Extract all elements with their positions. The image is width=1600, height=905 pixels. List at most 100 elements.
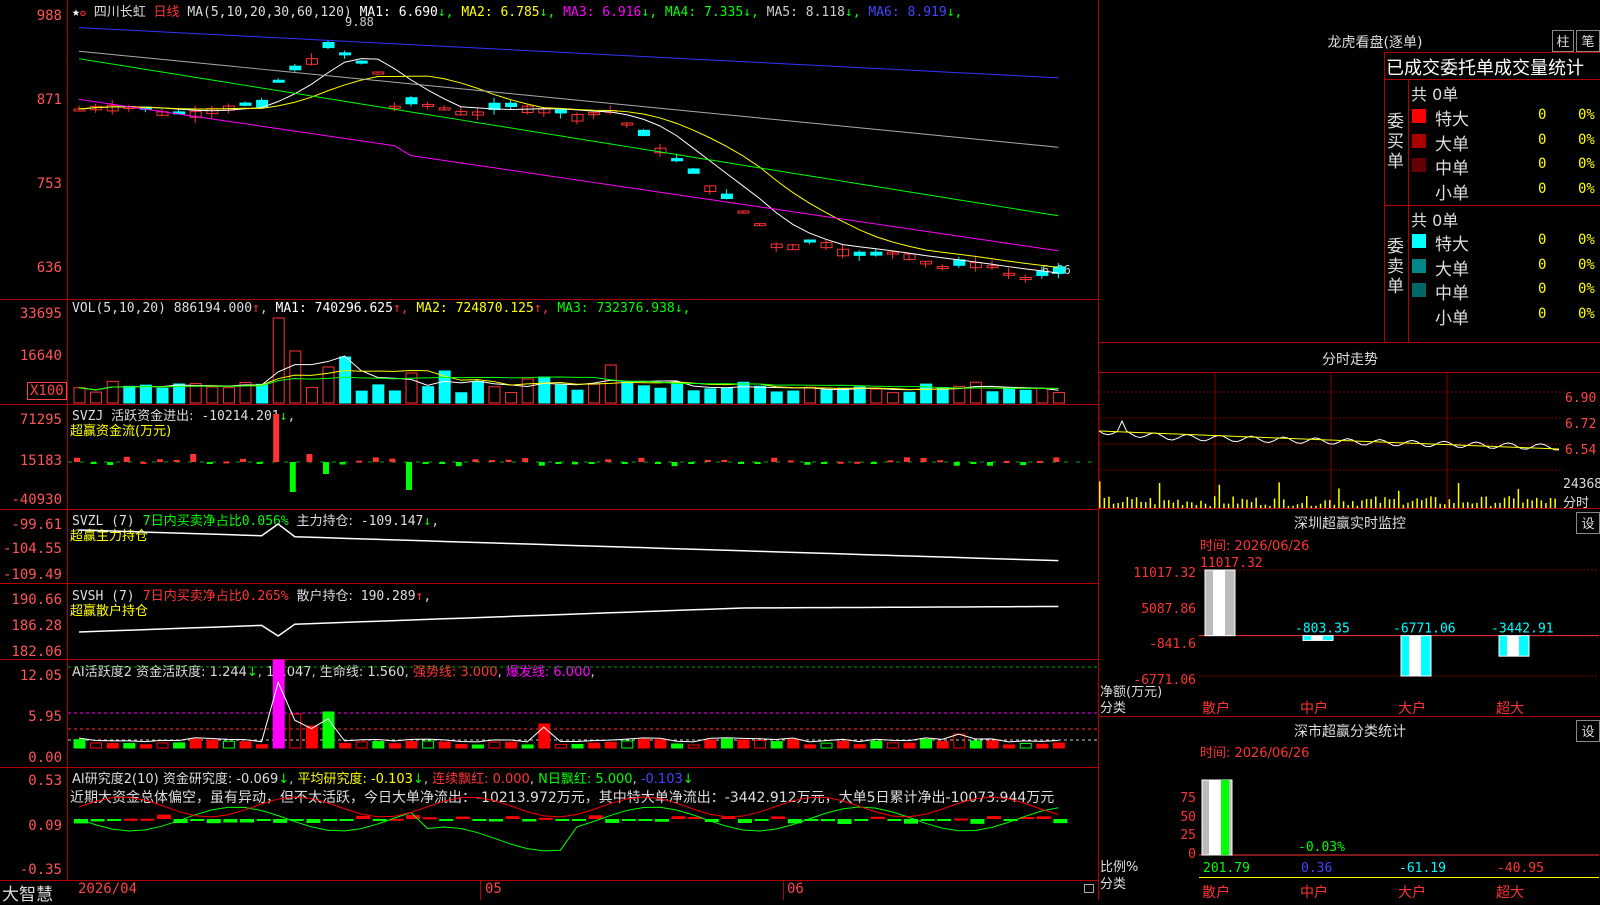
volume-bar [222,387,235,404]
vol-header: VOL(5,10,20) [72,301,166,316]
intraday-vol-bar [1103,498,1106,508]
volume-bar [206,386,219,404]
volume-bar [106,380,119,404]
buy-row-count: 0 [1538,131,1547,148]
svsh-line [78,605,1059,637]
monitor-category: 散户 [1202,701,1230,717]
ai-research-bar [123,818,138,821]
price-tick-2: 753 [36,176,62,192]
ai-active-bar [1052,742,1065,749]
buy-row-swatch [1412,158,1426,172]
candle [803,239,816,243]
ai-research-bar [422,817,437,820]
bar-view-button[interactable]: 柱 [1552,30,1574,52]
price-chart[interactable] [68,18,1098,298]
ai-research-bar [223,819,238,823]
ai-active-bar [820,742,833,749]
x-tick-2: 06 [787,881,804,897]
intraday-vol-bar [1163,500,1165,508]
ai-research-line [78,806,1059,852]
ai-active-bar [903,742,916,749]
intraday-vol-bar [1448,499,1451,508]
candle [853,251,866,256]
intraday-vol-bar [1513,498,1515,508]
svzj-bar [787,460,794,463]
sell-row-count: 0 [1538,232,1547,248]
volume-bar [455,392,468,404]
intraday-vol-bar [1531,500,1533,508]
svsh-tick-0: 190.66 [11,592,62,608]
monitor-chart[interactable]: -803.35 -6771.06 -3442.91 [1199,569,1599,685]
svzj-bar [389,458,396,462]
volume-bar [73,387,86,404]
intraday-vol-bar [1485,496,1487,508]
vol-unit-label: X100 [27,382,67,400]
intraday-vol-bar [1255,497,1257,508]
svsh-chart[interactable] [68,584,1098,659]
ai-research-bar [306,819,321,823]
ai-active-tick-0: 12.05 [19,668,62,684]
svzj-bar [74,457,80,462]
class-chart[interactable] [1199,778,1599,858]
svzj-bar [522,458,529,462]
sz-monitor-settings-button[interactable]: 设 [1576,512,1600,534]
volume-bar [538,376,551,404]
brand-label[interactable]: 大智慧 [2,880,53,905]
ai-research-bar [887,819,902,821]
intraday-avg-line [1098,430,1560,450]
ai-active-bar [139,744,152,749]
vol-value: 886194.000 [173,301,253,316]
volume-bar [571,389,584,404]
ai-active-bar [588,742,601,749]
intraday-vol-bar [1384,497,1386,508]
svzj-bar [505,459,512,462]
ai-research-chart[interactable] [68,796,1098,880]
intraday-vol-bar [1434,497,1437,508]
monitor-bar-highlight [1409,635,1421,676]
ai-active-bar [123,743,136,749]
svsh-tick-2: 182.06 [11,644,62,660]
lock-icon[interactable] [1084,884,1094,893]
sz-class-settings-button[interactable]: 设 [1576,720,1600,742]
svzj-bar [240,458,246,462]
ai-active-chart[interactable] [68,659,1098,767]
class-tick-2: 25 [1180,828,1196,843]
intraday-vol-bar [1416,498,1418,508]
ai-research-bar [771,816,786,819]
volume-chart[interactable] [68,315,1098,404]
class-bar-highlight [1209,780,1221,855]
ai-research-value5: -0.103 [640,772,683,787]
svzj-bar [754,462,761,464]
svzj-bar [306,454,313,462]
intraday-title: 分时走势 [1322,352,1378,368]
candle [1036,271,1049,276]
svzj-bar [688,462,695,464]
intraday-vol-bar [1508,496,1510,508]
ai-active-bar [870,740,883,749]
svzl-chart[interactable] [68,510,1098,583]
svzj-bar [489,460,495,463]
ai-active-bar [604,741,617,749]
ai-research-header: AI研究度2(10) [72,772,159,787]
candle [372,71,385,75]
svzj-bar [223,461,230,464]
tick-view-button[interactable]: 笔 [1576,30,1600,52]
ai-research-bar [372,819,387,821]
ai-research-bar [638,819,653,821]
volume-bar [837,387,850,404]
ai-active-bar [322,711,335,749]
volume-bar [156,387,169,404]
svzj-tick-0: 71295 [19,412,62,428]
sell-row-swatch [1412,234,1426,248]
ai-research-label2: 平均研究度: [297,772,367,787]
volume-bar [488,386,501,404]
svzj-bar [953,462,960,466]
sell-header: 委卖单 [1387,237,1404,297]
ai-research-bar [538,817,553,820]
svzj-bar [323,462,329,474]
intraday-vol-bar [1342,501,1345,508]
svzj-chart[interactable] [68,405,1098,509]
volume-bar [372,384,385,404]
intraday-chart[interactable] [1098,373,1561,508]
intraday-vol-bar [1480,496,1483,508]
